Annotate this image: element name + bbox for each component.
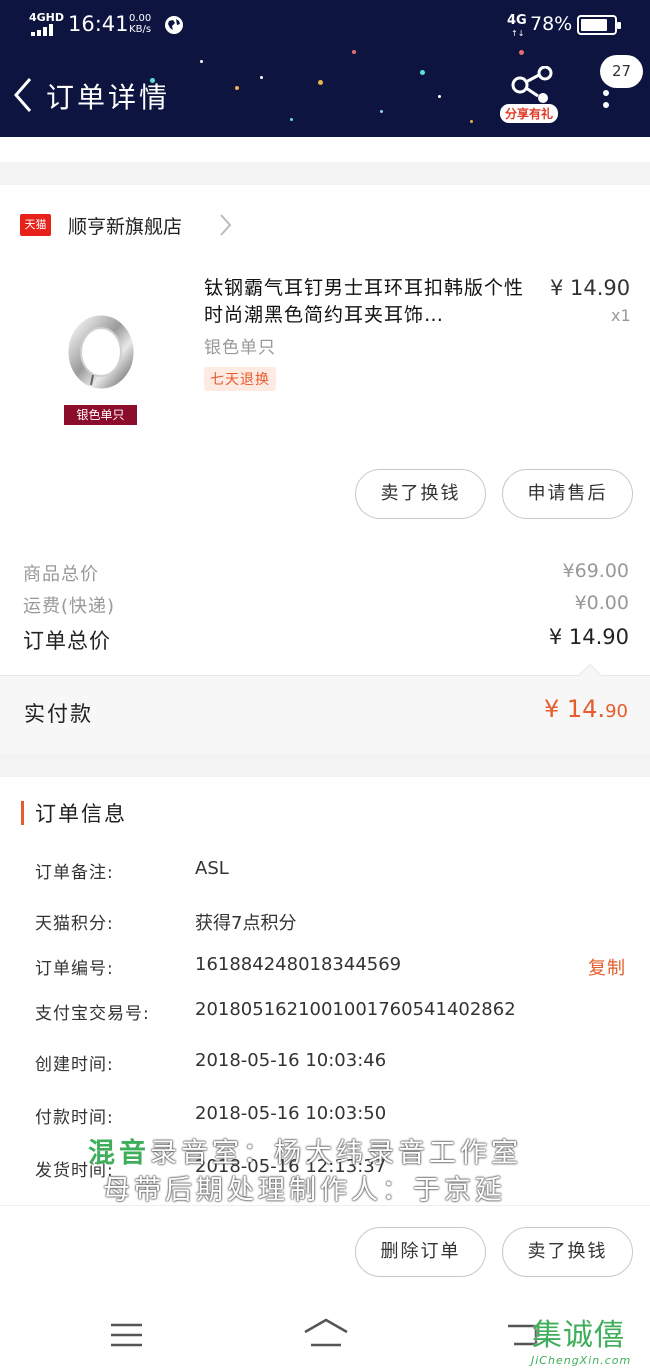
sell-for-cash-button[interactable]: 卖了换钱 (355, 469, 486, 519)
product-quantity: x1 (611, 306, 631, 325)
sku-image-label: 银色单只 (64, 405, 137, 425)
info-row-remark: 订单备注: ASL (35, 858, 630, 886)
system-nav-bar: 集诚僖 JiChengXin.com (0, 1298, 650, 1372)
home-icon[interactable] (303, 1318, 349, 1348)
chevron-right-icon (220, 214, 232, 236)
star-decoration (420, 70, 425, 75)
shop-name: 顺亨新旗舰店 (68, 216, 183, 238)
globe-icon (165, 16, 183, 34)
star-decoration (380, 110, 383, 113)
info-row-order-number: 订单编号: 161884248018344569 复制 (35, 954, 630, 982)
info-label: 天猫积分: (35, 914, 114, 934)
watermark-green-text: 混音 (88, 1138, 150, 1169)
menu-icon[interactable] (110, 1322, 143, 1348)
order-info-title: 订单信息 (35, 802, 127, 826)
paid-value-int: ¥ 14. (544, 695, 606, 723)
battery-percent: 78% (530, 13, 573, 35)
product-price: ¥ 14.90 (550, 276, 631, 300)
network-type-right: 4G (507, 13, 527, 28)
star-decoration (438, 95, 441, 98)
network-speed: 0.00 KB/s (129, 13, 151, 35)
info-row-points: 天猫积分: 获得7点积分 (35, 909, 630, 937)
watermark-text-1: 录音室：杨大纬录音工作室 (150, 1138, 522, 1169)
info-row-created-time: 创建时间: 2018-05-16 10:03:46 (35, 1050, 630, 1078)
star-decoration (200, 60, 203, 63)
star-decoration (290, 118, 293, 121)
app-header: 4GHD 16:41 0.00 KB/s 4G ↑↓ 78% 订单详情 分享有礼… (0, 0, 650, 137)
battery-icon (577, 15, 621, 35)
return-policy-badge: 七天退换 (204, 367, 276, 391)
info-value: 2018051621001001760541402862 (195, 999, 516, 1020)
info-value: 2018-05-16 10:03:50 (195, 1103, 387, 1124)
message-count-badge[interactable]: 27 (600, 55, 643, 88)
section-accent-bar (21, 801, 24, 825)
goods-total-value: ¥69.00 (562, 560, 629, 582)
goods-total-row: 商品总价 ¥69.00 (23, 560, 629, 590)
data-arrows-icon: ↑↓ (511, 29, 525, 38)
order-total-label: 订单总价 (23, 629, 111, 653)
share-button[interactable]: 分享有礼 (500, 64, 564, 128)
product-title[interactable]: 钛钢霸气耳钉男士耳环耳扣韩版个性时尚潮黑色简约耳夹耳饰… (204, 275, 536, 329)
info-value: 161884248018344569 (195, 954, 402, 975)
status-bar: 4GHD 16:41 0.00 KB/s 4G ↑↓ 78% (0, 0, 650, 52)
order-total-value: ¥ 14.90 (548, 625, 629, 649)
watermark-line-1: 混音录音室：杨大纬录音工作室 (88, 1135, 648, 1172)
info-row-alipay-number: 支付宝交易号: 2018051621001001760541402862 (35, 999, 630, 1027)
paid-value-decimal: 90 (605, 701, 628, 722)
goods-total-label: 商品总价 (23, 564, 99, 585)
star-decoration (235, 86, 239, 90)
info-label: 付款时间: (35, 1108, 114, 1128)
paid-value: ¥ 14.90 (544, 695, 628, 723)
shipping-row: 运费(快递) ¥0.00 (23, 592, 629, 622)
copy-button[interactable]: 复制 (588, 954, 626, 980)
shipping-label: 运费(快递) (23, 596, 116, 617)
watermark-overlay: 混音录音室：杨大纬录音工作室 母带后期处理制作人：于京延 (88, 1135, 648, 1209)
site-logo-url: JiChengXin.com (531, 1354, 632, 1367)
info-label: 订单备注: (35, 863, 114, 883)
share-icon (511, 66, 553, 103)
clock: 16:41 (68, 12, 129, 36)
network-type: 4GHD (29, 11, 65, 24)
page-title: 订单详情 (46, 81, 171, 114)
signal-icon (31, 24, 57, 36)
info-label: 创建时间: (35, 1055, 114, 1075)
info-value: 获得7点积分 (195, 913, 297, 934)
delete-order-button[interactable]: 删除订单 (355, 1227, 486, 1277)
top-strip (0, 137, 650, 162)
product-variant: 银色单只 (204, 338, 276, 358)
info-label: 订单编号: (35, 959, 114, 979)
info-value: ASL (195, 858, 229, 879)
bottom-action-bar: 删除订单 卖了换钱 (0, 1205, 650, 1298)
tmall-logo: 天猫 (20, 214, 51, 236)
site-logo-chars: 集诚僖 (532, 1318, 625, 1353)
star-decoration (470, 120, 473, 123)
shop-link[interactable]: 天猫 顺亨新旗舰店 (20, 211, 270, 241)
back-arrow-icon[interactable] (10, 75, 40, 115)
order-total-row: 订单总价 ¥ 14.90 (23, 625, 629, 655)
earring-image (68, 315, 134, 389)
speed-unit: KB/s (129, 24, 152, 35)
info-value: 2018-05-16 10:03:46 (195, 1050, 387, 1071)
product-image[interactable]: 银色单只 (53, 295, 151, 430)
speed-value: 0.00 (129, 13, 152, 24)
info-row-paid-time: 付款时间: 2018-05-16 10:03:50 (35, 1103, 630, 1131)
sell-for-cash-button-bottom[interactable]: 卖了换钱 (502, 1227, 633, 1277)
site-logo: 集诚僖 JiChengXin.com (530, 1310, 648, 1368)
after-sale-button[interactable]: 申请售后 (502, 469, 633, 519)
order-card: 天猫 顺亨新旗舰店 银色单只 钛钢霸气耳钉男士耳环耳扣韩版个性时尚潮黑色简约耳夹… (0, 185, 650, 753)
share-gift-badge: 分享有礼 (500, 104, 559, 123)
info-label: 支付宝交易号: (35, 1004, 150, 1024)
star-decoration (318, 80, 323, 85)
star-decoration (260, 76, 263, 79)
paid-amount-box: 实付款 ¥ 14.90 (0, 663, 650, 753)
more-menu-icon[interactable] (598, 86, 614, 116)
watermark-line-2: 母带后期处理制作人：于京延 (103, 1175, 506, 1206)
paid-label: 实付款 (24, 702, 93, 726)
notch-decoration (578, 663, 602, 687)
shipping-value: ¥0.00 (574, 592, 629, 614)
